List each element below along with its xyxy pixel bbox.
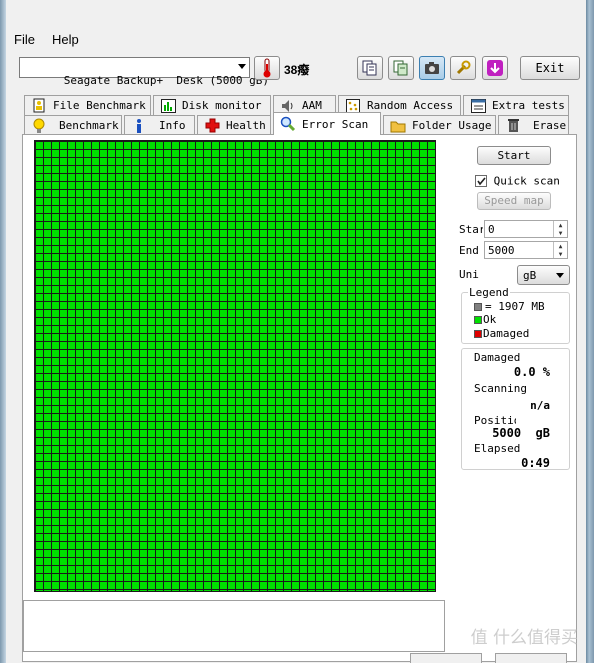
legend-title: Legend [468, 286, 510, 299]
tab-label: Info [159, 119, 186, 132]
tab-extra-tests[interactable]: Extra tests [463, 95, 569, 115]
chevron-down-icon[interactable] [238, 64, 246, 69]
copy-text-icon [393, 60, 408, 76]
window-left-border [0, 0, 6, 663]
health-cross-icon [204, 118, 220, 134]
tab-label: Error Scan [302, 117, 369, 131]
elapsed-label: Elapsed [474, 442, 521, 455]
legend-block-size-text: = 1907 MB [485, 300, 545, 313]
tab-file-benchmark[interactable]: File Benchmark [24, 95, 151, 115]
start-input-value: 0 [488, 223, 495, 236]
scanning-label: Scanning [474, 382, 527, 395]
spin-up-icon[interactable]: ▲ [554, 221, 567, 229]
options-button[interactable] [450, 56, 476, 80]
thermometer-icon [263, 58, 271, 78]
tab-label: Disk monitor [182, 99, 262, 112]
start-input[interactable]: 0 ▲ ▼ [484, 220, 568, 238]
folder-icon [390, 118, 406, 134]
tab-label: Erase [533, 119, 567, 132]
legend-ok-swatch [474, 316, 482, 324]
copy-info-button[interactable] [357, 56, 383, 80]
copy-text-button[interactable] [388, 56, 414, 80]
legend-damaged: Damaged [474, 327, 529, 340]
drive-select[interactable]: Seagate Backup+ Desk (5000 gB) [19, 57, 269, 87]
quick-scan-label: Quick scan [493, 174, 560, 188]
quick-scan-option[interactable]: Quick scan [475, 174, 560, 188]
trash-icon [505, 118, 521, 134]
bottom-button-partial [495, 653, 567, 663]
legend-ok: Ok [474, 313, 496, 326]
file-benchmark-icon [31, 98, 47, 114]
scan-block-map [34, 140, 436, 592]
spin-down-icon[interactable]: ▼ [554, 250, 567, 258]
legend-ok-text: Ok [483, 313, 497, 326]
elapsed-value: 0:49 [521, 456, 550, 470]
temperature-button[interactable] [254, 56, 280, 80]
save-download-icon [487, 60, 503, 76]
extra-tests-icon [470, 98, 486, 114]
tab-error-scan[interactable]: Error Scan [273, 112, 381, 135]
tab-label: File Benchmark [53, 99, 146, 112]
legend-block-swatch [474, 303, 482, 311]
end-spinner[interactable]: ▲ ▼ [553, 242, 567, 258]
start-button[interactable]: Start [477, 146, 551, 165]
lightbulb-icon [31, 118, 47, 134]
start-spinner[interactable]: ▲ ▼ [553, 221, 567, 237]
tab-label: Benchmark [59, 119, 119, 132]
app-window: File Help Seagate Backup+ Desk (5000 gB)… [0, 0, 586, 663]
spin-up-icon[interactable]: ▲ [554, 242, 567, 250]
tab-label: Random Access [367, 99, 454, 112]
tab-erase[interactable]: Erase [498, 115, 569, 135]
checkmark-icon [477, 177, 486, 186]
tab-info[interactable]: Info [124, 115, 195, 135]
copy-info-icon [362, 60, 377, 76]
tab-benchmark[interactable]: Benchmark [24, 115, 122, 135]
bottom-button-partial [410, 653, 482, 663]
info-icon [131, 118, 147, 134]
toolbar: Seagate Backup+ Desk (5000 gB) 38癈 Exit [6, 52, 586, 87]
window-right-border [586, 0, 594, 663]
legend-block-size: = 1907 MB [474, 300, 545, 313]
tab-health[interactable]: Health [197, 115, 271, 135]
end-field-label: End [459, 244, 479, 257]
drive-select-value: Seagate Backup+ Desk (5000 gB) [63, 74, 270, 87]
damaged-label: Damaged [474, 351, 521, 364]
tab-folder-usage[interactable]: Folder Usage [383, 115, 496, 135]
screenshot-button[interactable] [419, 56, 445, 80]
menu-help[interactable]: Help [52, 32, 79, 47]
legend-damaged-text: Damaged [483, 327, 530, 340]
speed-map-button[interactable]: Speed map [477, 192, 551, 210]
menu-bar: File Help [6, 30, 586, 50]
watermark: 值 什么值得买 [470, 628, 578, 648]
options-wrench-icon [456, 60, 471, 75]
tab-label: Folder Usage [412, 119, 492, 132]
scan-log-box[interactable] [23, 600, 445, 652]
menu-file[interactable]: File [14, 32, 35, 47]
tab-label: Health [226, 119, 266, 132]
magnifier-icon [280, 116, 296, 132]
unit-label: Uni [459, 268, 479, 281]
scanning-value: n/a [530, 399, 550, 412]
unit-select-value: gB [523, 269, 537, 282]
chevron-down-icon[interactable] [556, 273, 564, 278]
quick-scan-checkbox[interactable] [475, 175, 487, 187]
position-value: 5000 gB [492, 426, 550, 440]
legend-damaged-swatch [474, 330, 482, 338]
unit-select[interactable]: gB [517, 265, 570, 285]
disk-monitor-icon [160, 98, 176, 114]
temperature-value: 38癈 [284, 63, 310, 77]
tab-label: Extra tests [492, 99, 565, 112]
screenshot-camera-icon [425, 62, 439, 74]
save-button[interactable] [482, 56, 508, 80]
damaged-value: 0.0 % [513, 365, 550, 379]
exit-button[interactable]: Exit [520, 56, 580, 80]
spin-down-icon[interactable]: ▼ [554, 229, 567, 237]
tab-disk-monitor[interactable]: Disk monitor [153, 95, 271, 115]
end-input-value: 5000 [488, 244, 515, 257]
tab-label: AAM [302, 99, 322, 112]
end-input[interactable]: 5000 ▲ ▼ [484, 241, 568, 259]
start-field-label: Star [459, 223, 483, 236]
